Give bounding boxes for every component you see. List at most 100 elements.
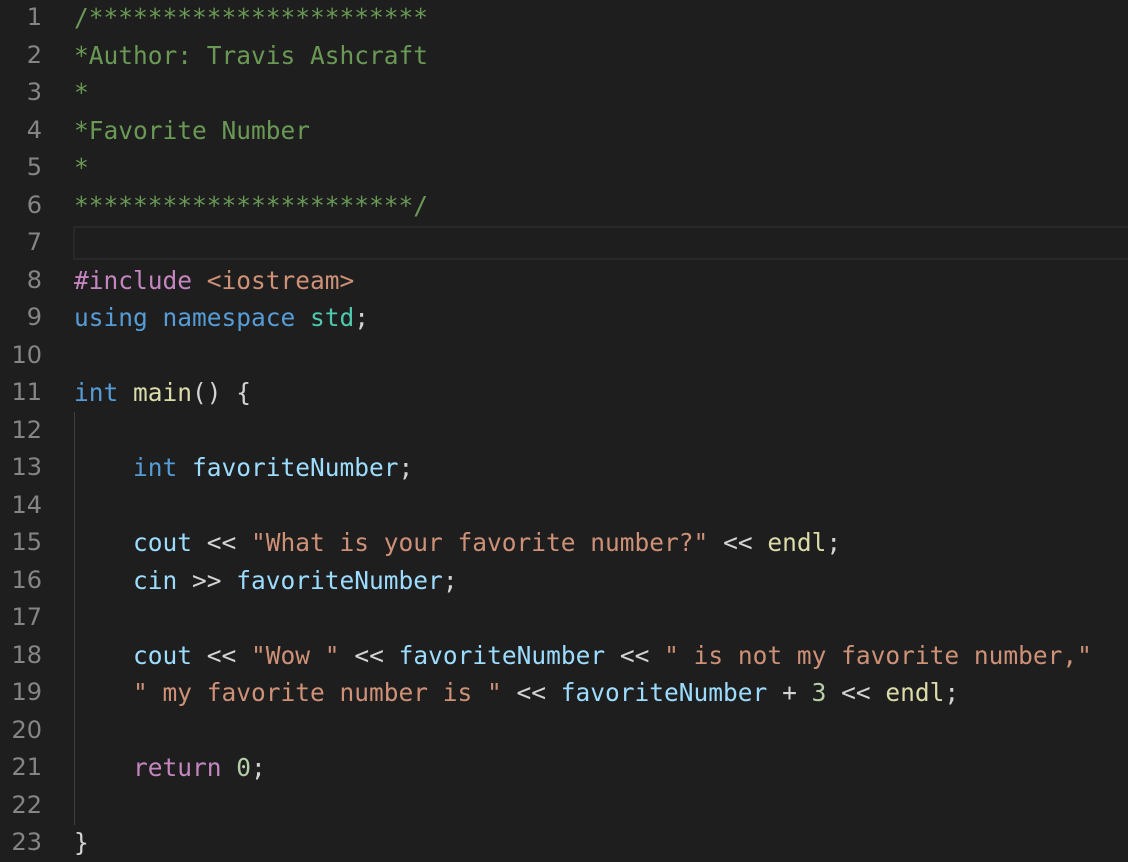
line-number: 2 [26,40,42,69]
line-number: 12 [11,415,42,444]
code-text[interactable]: return 0; [74,749,266,787]
code-line[interactable]: 5 * [0,149,1128,187]
code-token: " my favorite number is " [133,678,502,707]
code-line[interactable]: 16 cin >> favoriteNumber; [0,562,1128,600]
code-line[interactable]: 21 return 0; [0,749,1128,787]
code-token: << [339,640,399,670]
code-token: << [501,678,561,707]
code-line[interactable]: 11 int main() { [0,374,1128,412]
code-token: << [708,528,768,557]
code-token: ; [442,565,458,595]
code-token: <iostream> [206,265,355,295]
line-number: 22 [11,790,42,819]
line-number: 17 [11,603,42,631]
line-number: 1 [26,3,42,31]
code-token: * [74,78,89,107]
code-token: favoriteNumber [398,640,606,670]
code-editor[interactable]: 1 /*********************** 2 *Author: Travi… [0,0,1128,862]
code-token: ***********************/ [74,190,429,220]
code-token: << [192,528,252,557]
line-number: 15 [11,528,42,556]
code-token: << [826,678,886,707]
code-line[interactable]: 8 #include <iostream> [0,262,1128,300]
code-token: endl [767,528,827,557]
code-token: + [767,678,812,707]
line-number: 19 [11,678,42,706]
line-number: 9 [26,303,42,331]
code-token: * [74,153,89,182]
line-number: 6 [26,190,42,219]
code-token: favoriteNumber [236,565,443,595]
code-text[interactable]: using namespace std; [74,299,369,337]
code-token: using [74,303,163,332]
line-number: 4 [26,115,42,144]
line-number: 14 [11,490,42,519]
code-text[interactable]: *Favorite Number [74,112,310,150]
code-line[interactable]: 4 *Favorite Number [0,112,1128,150]
line-number: 23 [11,828,42,856]
code-text[interactable]: #include <iostream> [74,262,354,300]
code-text[interactable]: * [74,149,89,187]
code-line[interactable]: 17 [0,599,1128,637]
code-line[interactable]: 12 [0,412,1128,450]
code-text[interactable]: * [74,74,89,112]
code-line[interactable]: 18 cout << "Wow " << favoriteNumber << "… [0,637,1128,675]
code-token: 3 [811,678,827,707]
code-line[interactable]: 20 [0,712,1128,750]
code-line[interactable]: 19 " my favorite number is " << favorite… [0,674,1128,712]
code-token: namespace [162,303,311,332]
code-token: "What is your favorite number?" [251,528,709,557]
code-line[interactable]: 15 cout << "What is your favorite number… [0,524,1128,562]
code-text[interactable]: cout << "Wow " << favoriteNumber << " is… [74,637,1092,675]
code-token: " is not my favorite number," [664,640,1092,670]
code-token: #include [74,265,207,295]
code-line[interactable]: 22 [0,787,1128,825]
code-line[interactable]: 6 ***********************/ [0,187,1128,225]
code-text[interactable]: cin >> favoriteNumber; [74,562,458,600]
code-token: () { [192,378,252,407]
code-text[interactable]: } [74,824,89,862]
code-text[interactable]: int favoriteNumber; [74,449,413,487]
code-line[interactable]: 10 [0,337,1128,375]
code-text[interactable]: /*********************** [74,0,428,37]
line-number: 16 [11,565,42,594]
code-line[interactable]: 13 int favoriteNumber; [0,449,1128,487]
code-token: favoriteNumber [560,678,768,707]
code-line[interactable]: 9 using namespace std; [0,299,1128,337]
code-line[interactable]: 3 * [0,74,1128,112]
code-token: favoriteNumber [192,453,399,482]
code-line[interactable]: 2 *Author: Travis Ashcraft [0,37,1128,75]
code-text[interactable]: cout << "What is your favorite number?" … [74,524,841,562]
code-line[interactable]: 23} [0,824,1128,862]
line-number: 10 [11,340,42,369]
code-token: int [74,378,134,407]
code-line[interactable]: 1 /*********************** [0,0,1128,37]
code-token: /*********************** [74,3,429,32]
code-token: cout [133,528,193,557]
code-token: *Author: Travis Ashcraft [74,40,429,70]
code-text[interactable]: *Author: Travis Ashcraft [74,37,428,75]
code-token: 0 [236,753,252,782]
code-token: cout [133,640,193,670]
code-token: ; [354,303,370,332]
code-token: *Favorite Number [74,115,311,145]
line-number: 7 [26,228,42,256]
code-text[interactable]: ***********************/ [74,187,428,225]
code-token: endl [885,678,945,707]
code-token: cin [133,565,178,595]
code-line[interactable]: 7 [0,224,1128,262]
code-text[interactable]: " my favorite number is " << favoriteNum… [74,674,959,712]
line-number: 3 [26,78,42,106]
code-text[interactable]: int main() { [74,374,251,412]
line-number: 11 [11,378,42,406]
line-number: 21 [11,753,42,781]
code-token: << [192,640,252,670]
code-token: main [133,378,193,407]
code-line[interactable]: 14 [0,487,1128,525]
line-number: 5 [26,153,42,181]
